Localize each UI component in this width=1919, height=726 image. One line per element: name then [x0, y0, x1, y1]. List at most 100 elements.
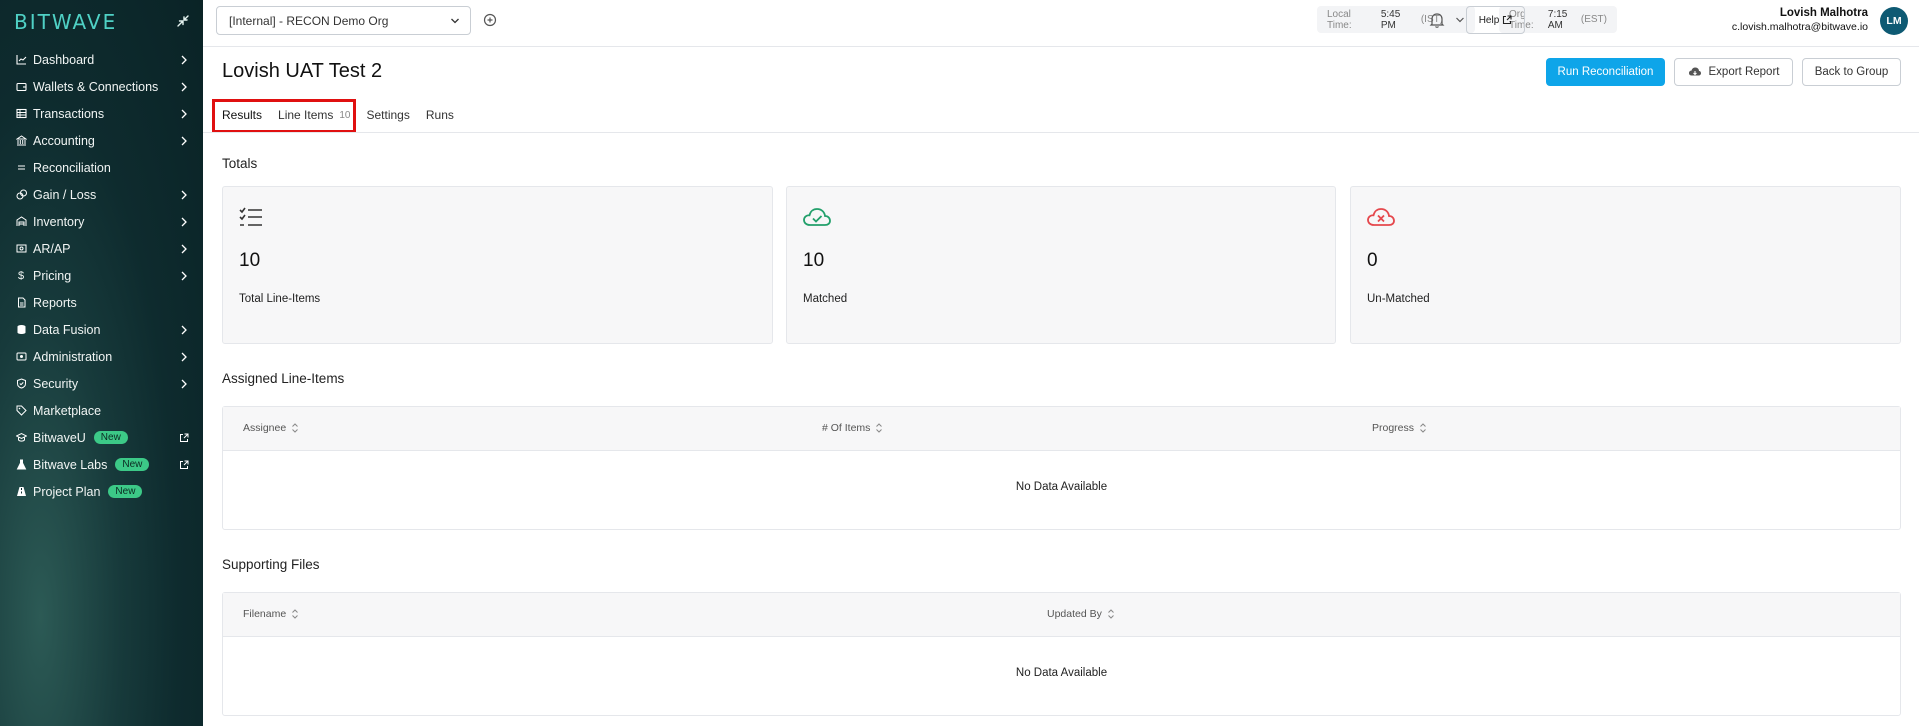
equals-icon — [15, 162, 27, 174]
unmatched-card: 0 Un-Matched — [1350, 186, 1901, 344]
sidebar-item-administration[interactable]: Administration — [0, 343, 203, 370]
column-assignee[interactable]: Assignee — [243, 422, 299, 434]
sidebar-item-arap[interactable]: AR/AP — [0, 235, 203, 262]
assigned-table: Assignee # Of Items Progress No Data Ava… — [222, 406, 1901, 530]
chevron-right-icon — [181, 244, 187, 253]
empty-state: No Data Available — [1015, 481, 1108, 493]
export-report-button[interactable]: Export Report — [1674, 58, 1793, 86]
coins-icon — [15, 189, 27, 201]
table-header: Filename Updated By — [223, 593, 1900, 637]
card-value: 10 — [803, 250, 825, 271]
external-link-icon — [1503, 15, 1512, 25]
sidebar-item-label: Accounting — [33, 133, 95, 148]
sort-icon — [1420, 423, 1426, 433]
column-progress[interactable]: Progress — [1372, 422, 1427, 434]
column-updated-by[interactable]: Updated By — [1047, 608, 1115, 620]
tab-settings[interactable]: Settings — [367, 108, 410, 122]
page-title: Lovish UAT Test 2 — [222, 60, 383, 82]
sidebar-item-label: Inventory — [33, 214, 85, 229]
org-time-value: 7:15 AM — [1547, 8, 1568, 31]
org-select-value: [Internal] - RECON Demo Org — [229, 14, 389, 28]
sidebar-item-transactions[interactable]: Transactions — [0, 100, 203, 127]
database-icon — [15, 324, 27, 336]
avatar[interactable]: LM — [1880, 7, 1908, 35]
sidebar-item-marketplace[interactable]: Marketplace — [0, 397, 203, 424]
tag-icon — [15, 405, 27, 417]
sidebar-item-pricing[interactable]: $ Pricing — [0, 262, 203, 289]
bank-icon — [15, 135, 27, 147]
top-bar: [Internal] - RECON Demo Org Local Time: … — [203, 0, 1919, 47]
help-button[interactable]: Help — [1466, 6, 1525, 34]
collapse-sidebar-icon[interactable] — [174, 12, 192, 30]
chart-line-icon — [15, 54, 27, 66]
sidebar-item-label: Reports — [33, 295, 77, 310]
sidebar-item-label: Gain / Loss — [33, 187, 97, 202]
chevron-right-icon — [181, 352, 187, 361]
sidebar-item-bitwaveu[interactable]: BitwaveU New — [0, 424, 203, 451]
assigned-heading: Assigned Line-Items — [222, 371, 345, 386]
flask-icon — [15, 459, 27, 471]
sidebar-item-label: Marketplace — [33, 403, 102, 418]
sidebar-item-label: Bitwave Labs — [33, 457, 108, 472]
sidebar: BITWAVE Dashboard Wallets & Connections … — [0, 0, 203, 726]
tab-highlight-box — [212, 99, 356, 133]
brand-logo: BITWAVE — [14, 10, 118, 34]
local-time-value: 5:45 PM — [1380, 8, 1401, 31]
sidebar-item-inventory[interactable]: Inventory — [0, 208, 203, 235]
local-time-selector[interactable]: Local Time: 5:45 PM (IST) — [1317, 6, 1475, 33]
sidebar-item-bitwave-labs[interactable]: Bitwave Labs New — [0, 451, 203, 478]
total-line-items-card: 10 Total Line-Items — [222, 186, 773, 344]
sort-icon — [292, 609, 299, 619]
sidebar-item-label: Project Plan — [33, 484, 101, 499]
tab-runs[interactable]: Runs — [426, 108, 454, 122]
sidebar-item-accounting[interactable]: Accounting — [0, 127, 203, 154]
card-value: 10 — [239, 250, 261, 271]
sidebar-item-wallets[interactable]: Wallets & Connections — [0, 73, 203, 100]
bell-icon[interactable] — [1429, 11, 1445, 29]
chevron-right-icon — [181, 109, 187, 118]
sidebar-item-project-plan[interactable]: Project Plan New — [0, 478, 203, 505]
add-org-icon[interactable] — [483, 13, 497, 27]
sidebar-item-data-fusion[interactable]: Data Fusion — [0, 316, 203, 343]
help-label: Help — [1478, 14, 1500, 26]
tab-label: Settings — [366, 108, 410, 122]
sidebar-item-dashboard[interactable]: Dashboard — [0, 46, 203, 73]
sidebar-item-label: Data Fusion — [33, 322, 101, 337]
user-email: c.lovish.malhotra@bitwave.io — [1731, 21, 1868, 33]
empty-state: No Data Available — [1015, 667, 1108, 679]
column-filename[interactable]: Filename — [243, 608, 299, 620]
sidebar-item-label: AR/AP — [33, 241, 71, 256]
chevron-right-icon — [181, 55, 187, 64]
sidebar-item-label: Wallets & Connections — [33, 79, 159, 94]
new-badge: New — [108, 485, 143, 498]
sidebar-item-reports[interactable]: Reports — [0, 289, 203, 316]
tab-divider — [203, 132, 1919, 133]
org-select[interactable]: [Internal] - RECON Demo Org — [216, 6, 471, 35]
column-num-items[interactable]: # Of Items — [822, 422, 883, 434]
run-reconciliation-button[interactable]: Run Reconciliation — [1546, 58, 1665, 86]
sidebar-item-label: Administration — [33, 349, 113, 364]
back-to-group-button[interactable]: Back to Group — [1802, 58, 1901, 86]
column-label: Updated By — [1047, 608, 1102, 620]
chevron-right-icon — [181, 136, 187, 145]
sidebar-item-label: Security — [33, 376, 79, 391]
external-link-icon — [180, 460, 189, 469]
sidebar-item-security[interactable]: Security — [0, 370, 203, 397]
sort-icon — [292, 423, 299, 433]
cloud-check-icon — [803, 208, 831, 226]
list-table-icon — [15, 108, 27, 120]
export-report-label: Export Report — [1708, 66, 1780, 78]
sidebar-item-reconciliation[interactable]: Reconciliation — [0, 154, 203, 181]
sort-icon — [1108, 609, 1114, 619]
chevron-right-icon — [181, 379, 187, 388]
org-time-zone: (EST) — [1580, 14, 1607, 25]
cloud-x-icon — [1367, 208, 1395, 226]
chevron-right-icon — [181, 271, 187, 280]
sidebar-item-gain-loss[interactable]: Gain / Loss — [0, 181, 203, 208]
chevron-down-icon — [1456, 17, 1464, 22]
file-icon — [15, 297, 27, 309]
column-label: # Of Items — [822, 422, 871, 434]
chevron-down-icon — [451, 18, 459, 24]
sidebar-item-label: BitwaveU — [33, 430, 86, 445]
road-icon — [15, 486, 27, 498]
